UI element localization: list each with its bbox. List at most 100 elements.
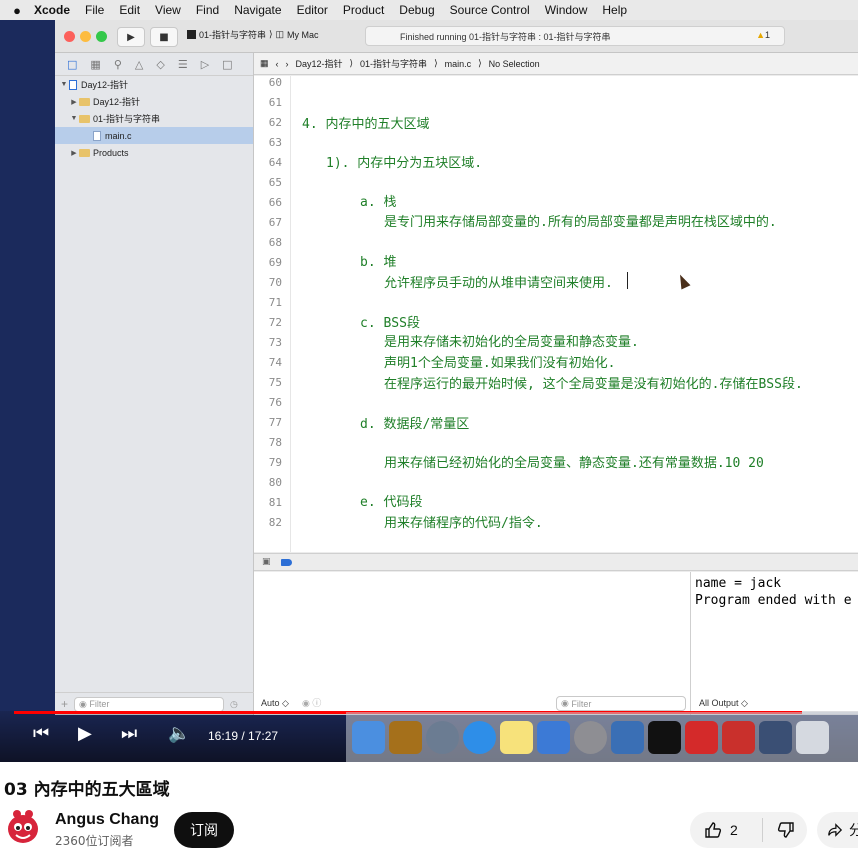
tree-item-group[interactable]: ▶ Day12-指针 — [55, 93, 253, 110]
auto-scope-selector[interactable]: Auto ◇ — [261, 698, 289, 709]
navigator-filter-input[interactable]: ◉ Filter — [74, 696, 225, 712]
disclosure-open-icon[interactable]: ▼ — [59, 81, 69, 88]
subscribe-button[interactable]: 订阅 — [174, 812, 234, 848]
warning-icon[interactable]: △ — [135, 58, 143, 71]
variables-filter-input[interactable]: ◉ Filter — [556, 696, 686, 711]
breakpoints-toggle-icon[interactable] — [280, 558, 292, 566]
debug-icon[interactable]: ☰ — [178, 58, 188, 71]
menu-help[interactable]: Help — [602, 3, 627, 17]
tree-item-target-group[interactable]: ▼ 01-指针与字符串 — [55, 110, 253, 127]
menu-xcode[interactable]: Xcode — [34, 3, 70, 17]
notes-icon[interactable] — [500, 720, 533, 754]
destination-name: My Mac — [287, 29, 319, 40]
run-button[interactable]: ▶ — [117, 27, 145, 47]
breakpoint-icon[interactable]: ▷ — [201, 58, 209, 71]
disclosure-closed-icon[interactable]: ▶ — [69, 149, 79, 157]
add-icon[interactable]: + — [61, 697, 68, 711]
output-selector[interactable]: All Output ◇ — [699, 698, 748, 709]
mouse-app-icon[interactable] — [759, 720, 792, 754]
menu-edit[interactable]: Edit — [119, 3, 140, 17]
code-line: d. 数据段/常量区 — [360, 417, 470, 432]
menu-editor[interactable]: Editor — [297, 3, 328, 17]
line-number: 81 — [268, 496, 282, 509]
previous-icon[interactable]: ⏮ — [33, 725, 49, 743]
menu-window[interactable]: Window — [545, 3, 588, 17]
play-icon: ▶ — [127, 31, 135, 43]
report-icon[interactable]: □ — [222, 58, 232, 71]
console-view[interactable]: name = jack Program ended with e All Out… — [691, 572, 858, 715]
channel-avatar[interactable] — [3, 807, 43, 847]
symbol-icon[interactable]: ▦ — [90, 58, 100, 71]
dislike-button[interactable] — [763, 821, 795, 839]
disclosure-closed-icon[interactable]: ▶ — [69, 98, 79, 106]
apple-icon[interactable]: ● — [0, 3, 34, 18]
thumbs-up-icon — [705, 822, 722, 838]
warning-badge[interactable]: ▲1 — [756, 30, 770, 40]
x-app-icon[interactable] — [685, 720, 718, 754]
volume-icon[interactable]: 🔈 — [168, 725, 190, 743]
xcode-tools-icon[interactable] — [389, 720, 422, 754]
menu-view[interactable]: View — [155, 3, 181, 17]
related-items-icon[interactable]: ▦ — [260, 58, 269, 69]
menu-file[interactable]: File — [85, 3, 104, 17]
folder-icon[interactable]: □ — [67, 58, 77, 71]
stop-icon: ■ — [159, 31, 169, 43]
launchpad-icon[interactable] — [426, 720, 459, 754]
share-button[interactable]: 分享 — [817, 812, 858, 848]
status-text: Finished running 01-指针与字符串 : 01-指针与字符串 — [400, 31, 611, 42]
jump-bar: ▦ ‹ › Day12-指针 ⟩ 01-指针与字符串 ⟩ main.c ⟩ No… — [254, 53, 858, 75]
xcode-toolbar: ▶ ■ 01-指针与字符串 ⟩ ◫ My Mac Finished runnin… — [55, 20, 858, 53]
hide-debug-area-icon[interactable]: ▣ — [262, 557, 271, 567]
tree-item-project[interactable]: ▼ Day12-指针 — [55, 76, 253, 93]
filezilla-icon[interactable] — [722, 720, 755, 754]
debug-bar: ▣ — [254, 553, 858, 571]
xcode-icon[interactable] — [537, 720, 570, 754]
system-preferences-icon[interactable] — [574, 720, 607, 754]
mac-menubar: ● Xcode File Edit View Find Navigate Edi… — [0, 0, 858, 20]
menu-source-control[interactable]: Source Control — [450, 3, 530, 17]
zoom-window-button[interactable] — [96, 31, 107, 42]
clock-icon[interactable]: ◷ — [230, 699, 238, 710]
source-editor[interactable]: 60 61 62 63 64 65 66 67 68 69 70 71 72 7… — [254, 76, 858, 552]
forward-icon[interactable]: › — [286, 59, 289, 69]
finder-icon[interactable] — [352, 720, 385, 754]
line-number: 74 — [268, 356, 282, 369]
breadcrumb-group[interactable]: 01-指针与字符串 — [360, 57, 427, 70]
minimize-window-button[interactable] — [80, 31, 91, 42]
menu-debug[interactable]: Debug — [399, 3, 434, 17]
filter-icon: ◉ — [79, 698, 90, 709]
breadcrumb-file[interactable]: main.c — [445, 59, 472, 69]
share-icon — [828, 823, 843, 837]
menu-find[interactable]: Find — [196, 3, 219, 17]
channel-name[interactable]: Angus Chang — [55, 811, 159, 829]
line-number: 73 — [268, 336, 282, 349]
menu-product[interactable]: Product — [343, 3, 384, 17]
search-icon[interactable]: ⚲ — [114, 58, 122, 71]
disclosure-open-icon[interactable]: ▼ — [69, 115, 79, 122]
play-icon[interactable]: ▶ — [78, 725, 92, 743]
screen-recorder-icon[interactable] — [611, 720, 644, 754]
trash-icon[interactable] — [796, 720, 829, 754]
scheme-selector[interactable]: 01-指针与字符串 ⟩ ◫ My Mac — [187, 28, 319, 41]
breadcrumb-selection[interactable]: No Selection — [489, 59, 540, 69]
breadcrumb-project[interactable]: Day12-指针 — [296, 57, 343, 70]
line-number: 78 — [268, 436, 282, 449]
line-number: 75 — [268, 376, 282, 389]
info-icon[interactable]: ◉ ⓘ — [302, 696, 321, 709]
back-icon[interactable]: ‹ — [276, 59, 279, 69]
tree-item-products[interactable]: ▶ Products — [55, 144, 253, 161]
video-player[interactable]: ● Xcode File Edit View Find Navigate Edi… — [0, 0, 858, 762]
terminal-icon[interactable] — [648, 720, 681, 754]
test-icon[interactable]: ◇ — [156, 58, 164, 71]
next-icon[interactable]: ⏭ — [121, 725, 137, 743]
tree-item-main-c[interactable]: main.c — [55, 127, 253, 144]
chevron-right-icon: ⟩ — [349, 58, 354, 68]
menu-navigate[interactable]: Navigate — [234, 3, 281, 17]
time-display: 16:19 / 17:27 — [208, 729, 279, 743]
stop-button[interactable]: ■ — [150, 27, 178, 47]
line-number: 61 — [268, 96, 282, 109]
line-number: 77 — [268, 416, 282, 429]
safari-icon[interactable] — [463, 720, 496, 754]
like-button[interactable]: 2 — [690, 821, 762, 839]
close-window-button[interactable] — [64, 31, 75, 42]
